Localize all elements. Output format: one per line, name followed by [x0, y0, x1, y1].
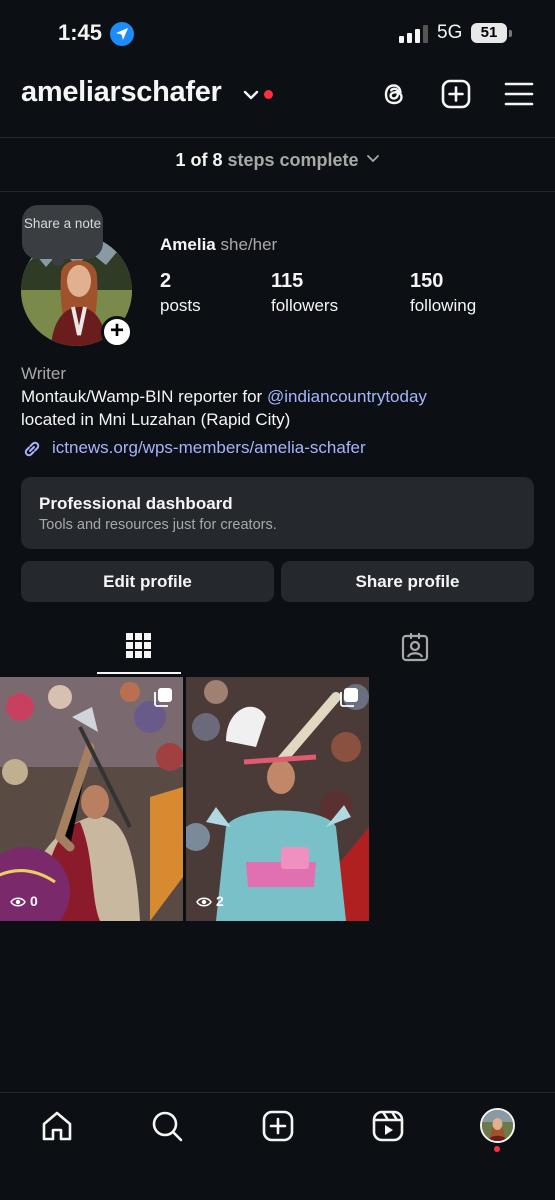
bio-text: Montauk/Wamp-BIN reporter for: [21, 387, 267, 406]
stat-label: followers: [271, 296, 339, 315]
profile-link-text: ictnews.org/wps-members/amelia-schafer: [52, 438, 366, 457]
dashboard-subtitle: Tools and resources just for creators.: [39, 517, 277, 533]
eye-icon: [10, 897, 26, 907]
bio: Writer Montauk/Wamp-BIN reporter for @in…: [21, 362, 427, 431]
network-type: 5G: [437, 22, 463, 43]
bio-line: Montauk/Wamp-BIN reporter for @indiancou…: [21, 385, 427, 408]
account-switcher[interactable]: ameliarschafer: [21, 76, 222, 109]
tab-tagged[interactable]: [278, 620, 555, 676]
notification-dot: [264, 90, 273, 99]
stat-label: following: [410, 296, 477, 315]
carousel-icon: [340, 688, 358, 707]
create-icon[interactable]: [261, 1109, 295, 1143]
bottom-nav: [0, 1092, 555, 1200]
chevron-down-icon[interactable]: [243, 88, 259, 106]
stat-posts[interactable]: 2 posts: [160, 270, 201, 316]
view-count: 2: [216, 893, 224, 909]
link-icon: [24, 441, 40, 457]
status-bar: 1:45 5G 51: [0, 0, 555, 70]
plus-square-icon[interactable]: [440, 78, 472, 110]
chevron-down-icon: [366, 155, 379, 163]
grid-icon: [126, 633, 151, 658]
eye-icon: [196, 897, 212, 907]
active-tab-indicator: [97, 672, 181, 674]
dashboard-title: Professional dashboard: [39, 494, 233, 513]
stat-followers[interactable]: 115 followers: [271, 270, 338, 316]
profile-header: ameliarschafer: [0, 70, 555, 120]
clock: 1:45: [58, 20, 103, 45]
tab-posts-grid[interactable]: [0, 620, 277, 676]
post-view-count: 0: [10, 893, 38, 909]
post-thumbnail[interactable]: 2: [186, 677, 369, 921]
bio-text: located in Mni Luzahan (Rapid City): [21, 410, 291, 429]
tagged-person-icon: [401, 632, 429, 662]
stat-value: 115: [271, 270, 304, 292]
search-icon[interactable]: [150, 1109, 184, 1143]
profile-category: Writer: [21, 364, 67, 383]
threads-icon[interactable]: [378, 78, 410, 110]
add-story-icon[interactable]: +: [101, 316, 133, 348]
profile-avatar[interactable]: [480, 1108, 515, 1143]
divider: [0, 137, 555, 138]
location-arrow-icon: [110, 22, 134, 46]
view-count: 0: [30, 893, 38, 909]
reels-icon[interactable]: [371, 1109, 405, 1143]
display-name: Amelia she/her: [160, 235, 277, 255]
home-icon[interactable]: [40, 1109, 74, 1143]
menu-icon[interactable]: [503, 78, 535, 110]
pronouns: she/her: [220, 235, 278, 254]
steps-progress[interactable]: 1 of 8 steps complete: [0, 150, 555, 171]
carousel-icon: [154, 688, 172, 707]
share-profile-button[interactable]: Share profile: [281, 561, 534, 602]
signal-bars-icon: [399, 25, 429, 43]
post-thumbnail[interactable]: 0: [0, 677, 183, 921]
professional-dashboard[interactable]: Professional dashboard Tools and resourc…: [21, 477, 534, 549]
stat-value: 150: [410, 270, 444, 292]
steps-count: 1 of 8: [175, 150, 223, 170]
stat-following[interactable]: 150 following: [410, 270, 476, 316]
divider: [0, 191, 555, 192]
edit-profile-button[interactable]: Edit profile: [21, 561, 274, 602]
notification-dot: [494, 1146, 500, 1152]
post-view-count: 2: [196, 893, 224, 909]
full-name: Amelia: [160, 235, 216, 254]
steps-label: steps complete: [227, 150, 359, 170]
share-note-bubble[interactable]: Share a note: [22, 205, 103, 266]
battery-tip: [509, 30, 512, 37]
profile-tabs: [0, 620, 555, 676]
stat-label: posts: [160, 296, 201, 315]
battery-icon: 51: [471, 23, 507, 43]
stat-value: 2: [160, 270, 172, 292]
bio-mention-link[interactable]: @indiancountrytoday: [267, 387, 427, 406]
